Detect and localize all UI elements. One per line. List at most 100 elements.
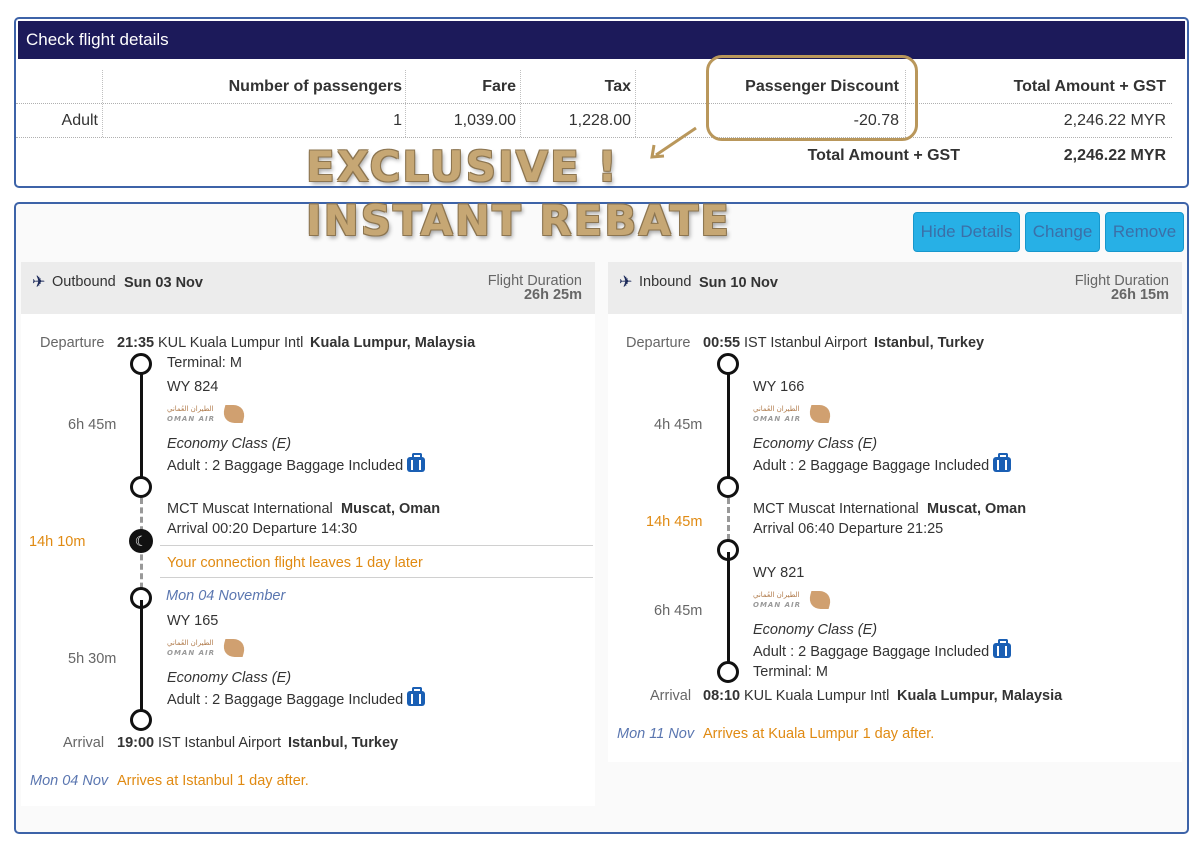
row-type: Adult <box>61 112 98 129</box>
suitcase-icon <box>407 687 426 706</box>
inbound-seg1-class: Economy Class (E) <box>753 436 878 452</box>
moon-icon: ☾ <box>129 529 153 553</box>
arrow-icon <box>650 126 697 159</box>
outbound-direction: Outbound <box>52 274 116 290</box>
inbound-footer-note: Arrives at Kuala Lumpur 1 day after. <box>703 726 935 742</box>
timeline-node <box>130 353 152 375</box>
logo-arabic: الطيران العُماني <box>167 639 214 647</box>
inbound-header: ✈ Inbound Sun 10 Nov Flight Duration 26h… <box>608 262 1182 314</box>
inbound-layover: 14h 45m <box>646 514 703 530</box>
outbound-seg2-flight: WY 165 <box>167 613 219 629</box>
outbound-connection-notice: Your connection flight leaves 1 day late… <box>167 555 423 571</box>
outbound-header: ✈ Outbound Sun 03 Nov Flight Duration 26… <box>21 262 595 314</box>
outbound-arrival-city: Istanbul, Turkey <box>288 735 399 751</box>
table-divider <box>520 70 521 137</box>
logo-english: OMAN AIR <box>167 649 216 657</box>
outbound-seg2-duration: 5h 30m <box>68 651 117 667</box>
inbound-stop-city: Muscat, Oman <box>927 501 1027 517</box>
logo-english: OMAN AIR <box>167 415 216 423</box>
promo-instant-rebate: INSTANT REBATE <box>306 196 731 245</box>
divider <box>160 545 593 546</box>
logo-arabic: الطيران العُماني <box>167 405 214 413</box>
baggage-text: Adult : 2 Baggage Baggage Included <box>753 458 990 474</box>
col-header-total: Total Amount + GST <box>1013 78 1166 95</box>
outbound-seg1-baggage: Adult : 2 Baggage Baggage Included <box>167 453 426 474</box>
timeline-node <box>717 661 739 683</box>
inbound-duration: 26h 15m <box>1110 287 1169 303</box>
change-button[interactable]: Change <box>1025 212 1100 252</box>
outbound-arrival-label: Arrival <box>63 735 105 751</box>
timeline-node <box>130 709 152 731</box>
inbound-seg1-baggage: Adult : 2 Baggage Baggage Included <box>753 453 1012 474</box>
outbound-seg1-class: Economy Class (E) <box>167 436 292 452</box>
outbound-seg2-class: Economy Class (E) <box>167 670 292 686</box>
outbound-departure-airport: KUL Kuala Lumpur Intl <box>158 335 304 351</box>
oman-air-logo: الطيران العُماني OMAN AIR <box>167 639 248 661</box>
oman-air-logo: الطيران العُماني OMAN AIR <box>167 405 248 427</box>
remove-button[interactable]: Remove <box>1105 212 1184 252</box>
outbound-seg1-flight: WY 824 <box>167 379 219 395</box>
col-header-passengers: Number of passengers <box>228 78 402 95</box>
inbound-body <box>608 314 1182 762</box>
inbound-departure-city: Istanbul, Turkey <box>874 335 985 351</box>
divider <box>160 577 593 578</box>
panel-title: Check flight details <box>18 21 1185 59</box>
row-tax: 1,228.00 <box>568 112 631 129</box>
table-divider <box>16 103 1172 104</box>
logo-wing <box>806 591 834 609</box>
grand-total-value: 2,246.22 MYR <box>1063 147 1166 164</box>
inbound-arrival-label: Arrival <box>650 688 692 704</box>
outbound-date: Sun 03 Nov <box>124 275 203 291</box>
outbound-layover: 14h 10m <box>29 534 86 550</box>
inbound-direction: Inbound <box>639 274 692 290</box>
inbound-seg2-duration: 6h 45m <box>654 603 703 619</box>
inbound-date: Sun 10 Nov <box>699 275 778 291</box>
outbound-departure-city: Kuala Lumpur, Malaysia <box>310 335 476 351</box>
baggage-text: Adult : 2 Baggage Baggage Included <box>167 458 404 474</box>
outbound-next-date: Mon 04 November <box>166 588 286 604</box>
inbound-seg2-class: Economy Class (E) <box>753 622 878 638</box>
row-total: 2,246.22 MYR <box>1063 112 1166 129</box>
inbound-seg1-flight: WY 166 <box>753 379 805 395</box>
inbound-arrival-city: Kuala Lumpur, Malaysia <box>897 688 1063 704</box>
outbound-footer-note: Arrives at Istanbul 1 day after. <box>117 773 309 789</box>
inbound-stop-times: Arrival 06:40 Departure 21:25 <box>753 521 944 537</box>
outbound-departure-label: Departure <box>40 335 105 351</box>
outbound-seg2-baggage: Adult : 2 Baggage Baggage Included <box>167 687 426 708</box>
timeline-node <box>130 476 152 498</box>
inbound-arrival-airport: KUL Kuala Lumpur Intl <box>744 688 890 704</box>
timeline-line <box>140 600 143 720</box>
hide-details-button[interactable]: Hide Details <box>913 212 1020 252</box>
outbound-stop-airport: MCT Muscat International <box>167 501 333 517</box>
table-divider <box>16 137 1172 138</box>
outbound-arrival-time: 19:00 <box>117 735 155 751</box>
outbound-footer-date: Mon 04 Nov <box>30 773 109 789</box>
timeline-line <box>727 552 730 662</box>
inbound-departure-airport: IST Istanbul Airport <box>744 335 868 351</box>
suitcase-icon <box>993 453 1012 472</box>
table-divider <box>102 70 103 137</box>
plane-icon: ✈ <box>32 274 46 291</box>
baggage-text: Adult : 2 Baggage Baggage Included <box>167 692 404 708</box>
timeline-node <box>717 476 739 498</box>
suitcase-icon <box>407 453 426 472</box>
logo-wing <box>220 405 248 423</box>
suitcase-icon <box>993 639 1012 658</box>
inbound-stop-airport: MCT Muscat International <box>753 501 919 517</box>
grand-total-label: Total Amount + GST <box>807 147 960 164</box>
outbound-stop-city: Muscat, Oman <box>341 501 441 517</box>
promo-exclusive: EXCLUSIVE ! <box>306 142 619 191</box>
timeline-node <box>717 353 739 375</box>
discount-highlight-box <box>706 55 918 141</box>
logo-english: OMAN AIR <box>753 601 802 609</box>
inbound-footer-date: Mon 11 Nov <box>617 726 695 742</box>
row-fare: 1,039.00 <box>453 112 516 129</box>
inbound-seg1-duration: 4h 45m <box>654 417 703 433</box>
oman-air-logo: الطيران العُماني OMAN AIR <box>753 591 834 613</box>
outbound-arrival-airport: IST Istanbul Airport <box>158 735 282 751</box>
col-header-tax: Tax <box>604 78 631 95</box>
row-passengers: 1 <box>393 112 402 129</box>
plane-icon: ✈ <box>619 274 633 291</box>
logo-arabic: الطيران العُماني <box>753 405 800 413</box>
inbound-seg2-baggage: Adult : 2 Baggage Baggage Included <box>753 639 1012 660</box>
